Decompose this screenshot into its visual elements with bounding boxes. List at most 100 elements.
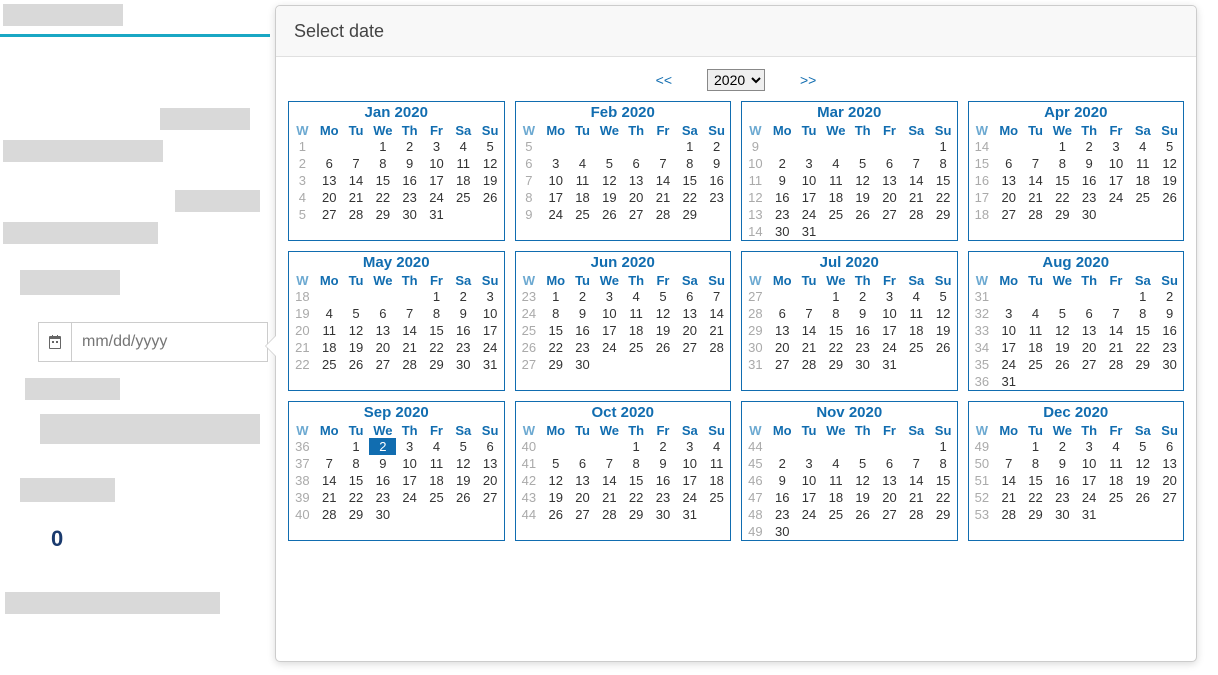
day-cell[interactable]: 5 [849,455,876,472]
day-cell[interactable]: 23 [1076,189,1103,206]
day-cell[interactable]: 6 [1076,305,1103,322]
day-cell[interactable]: 28 [1103,356,1130,373]
day-cell[interactable]: 24 [477,339,504,356]
day-cell[interactable]: 10 [876,305,903,322]
day-cell[interactable]: 26 [1049,356,1076,373]
day-cell[interactable]: 16 [769,489,796,506]
day-cell[interactable]: 9 [369,455,396,472]
day-cell[interactable]: 1 [930,438,957,455]
day-cell[interactable]: 8 [822,305,849,322]
day-cell[interactable]: 28 [703,339,730,356]
day-cell[interactable]: 16 [369,472,396,489]
day-cell[interactable]: 7 [650,155,677,172]
day-cell[interactable]: 20 [876,189,903,206]
day-cell[interactable]: 23 [650,489,677,506]
day-cell[interactable]: 12 [1049,322,1076,339]
day-cell[interactable]: 11 [822,472,849,489]
day-cell[interactable]: 22 [676,189,703,206]
day-cell[interactable]: 24 [1076,489,1103,506]
day-cell[interactable]: 7 [995,455,1022,472]
day-cell[interactable]: 29 [542,356,569,373]
day-cell[interactable]: 1 [343,438,370,455]
day-cell[interactable]: 15 [369,172,396,189]
day-cell[interactable]: 16 [769,189,796,206]
day-cell[interactable]: 24 [542,206,569,223]
day-cell[interactable]: 8 [542,305,569,322]
day-cell[interactable]: 28 [343,206,370,223]
day-cell[interactable]: 25 [1129,189,1156,206]
day-cell[interactable]: 23 [1049,489,1076,506]
day-cell[interactable]: 15 [1129,322,1156,339]
day-cell[interactable]: 7 [1103,305,1130,322]
day-cell[interactable]: 4 [423,438,450,455]
day-cell[interactable]: 9 [703,155,730,172]
day-cell[interactable]: 24 [995,356,1022,373]
day-cell[interactable]: 17 [1076,472,1103,489]
day-cell[interactable]: 14 [995,472,1022,489]
day-cell[interactable]: 2 [703,138,730,155]
day-cell[interactable]: 18 [822,189,849,206]
day-cell[interactable]: 7 [316,455,343,472]
day-cell[interactable]: 3 [995,305,1022,322]
day-cell[interactable]: 24 [396,489,423,506]
day-cell[interactable]: 14 [703,305,730,322]
day-cell[interactable]: 14 [343,172,370,189]
prev-year-button[interactable]: << [656,72,672,88]
day-cell[interactable]: 5 [1156,138,1183,155]
day-cell[interactable]: 24 [796,506,823,523]
day-cell[interactable]: 27 [369,356,396,373]
day-cell[interactable]: 29 [1022,506,1049,523]
day-cell[interactable]: 11 [1022,322,1049,339]
day-cell[interactable]: 15 [343,472,370,489]
day-cell[interactable]: 26 [596,206,623,223]
day-cell[interactable]: 6 [477,438,504,455]
day-cell[interactable]: 14 [596,472,623,489]
day-cell[interactable]: 20 [369,339,396,356]
day-cell[interactable]: 3 [396,438,423,455]
day-cell[interactable]: 21 [903,189,930,206]
day-cell[interactable]: 13 [876,172,903,189]
day-cell[interactable]: 17 [876,322,903,339]
day-cell[interactable]: 18 [703,472,730,489]
day-cell[interactable]: 6 [876,155,903,172]
day-cell[interactable]: 17 [596,322,623,339]
day-cell[interactable]: 25 [450,189,477,206]
day-cell[interactable]: 20 [623,189,650,206]
day-cell[interactable]: 1 [423,288,450,305]
day-cell[interactable]: 7 [903,155,930,172]
day-cell[interactable]: 10 [396,455,423,472]
day-cell[interactable]: 25 [569,206,596,223]
day-cell[interactable]: 28 [596,506,623,523]
day-cell[interactable]: 21 [903,489,930,506]
day-cell[interactable]: 13 [676,305,703,322]
day-cell[interactable]: 18 [1022,339,1049,356]
day-cell[interactable]: 21 [1022,189,1049,206]
day-cell[interactable]: 27 [477,489,504,506]
day-cell[interactable]: 30 [396,206,423,223]
day-cell[interactable]: 22 [930,189,957,206]
day-cell[interactable]: 18 [1129,172,1156,189]
day-cell[interactable]: 22 [542,339,569,356]
calendar-icon[interactable] [38,322,71,362]
day-cell[interactable]: 10 [796,172,823,189]
day-cell[interactable]: 26 [477,189,504,206]
day-cell[interactable]: 4 [822,155,849,172]
day-cell[interactable]: 3 [542,155,569,172]
day-cell[interactable]: 22 [1049,189,1076,206]
day-cell[interactable]: 13 [995,172,1022,189]
day-cell[interactable]: 27 [995,206,1022,223]
day-cell[interactable]: 13 [876,472,903,489]
day-cell[interactable]: 1 [930,138,957,155]
day-cell[interactable]: 26 [450,489,477,506]
day-cell[interactable]: 14 [903,472,930,489]
day-cell[interactable]: 24 [423,189,450,206]
day-cell[interactable]: 1 [1049,138,1076,155]
day-cell[interactable]: 19 [450,472,477,489]
day-cell[interactable]: 2 [450,288,477,305]
day-cell[interactable]: 21 [995,489,1022,506]
day-cell[interactable]: 20 [1076,339,1103,356]
day-cell[interactable]: 17 [995,339,1022,356]
day-cell[interactable]: 24 [876,339,903,356]
day-cell[interactable]: 6 [769,305,796,322]
day-cell[interactable]: 12 [650,305,677,322]
